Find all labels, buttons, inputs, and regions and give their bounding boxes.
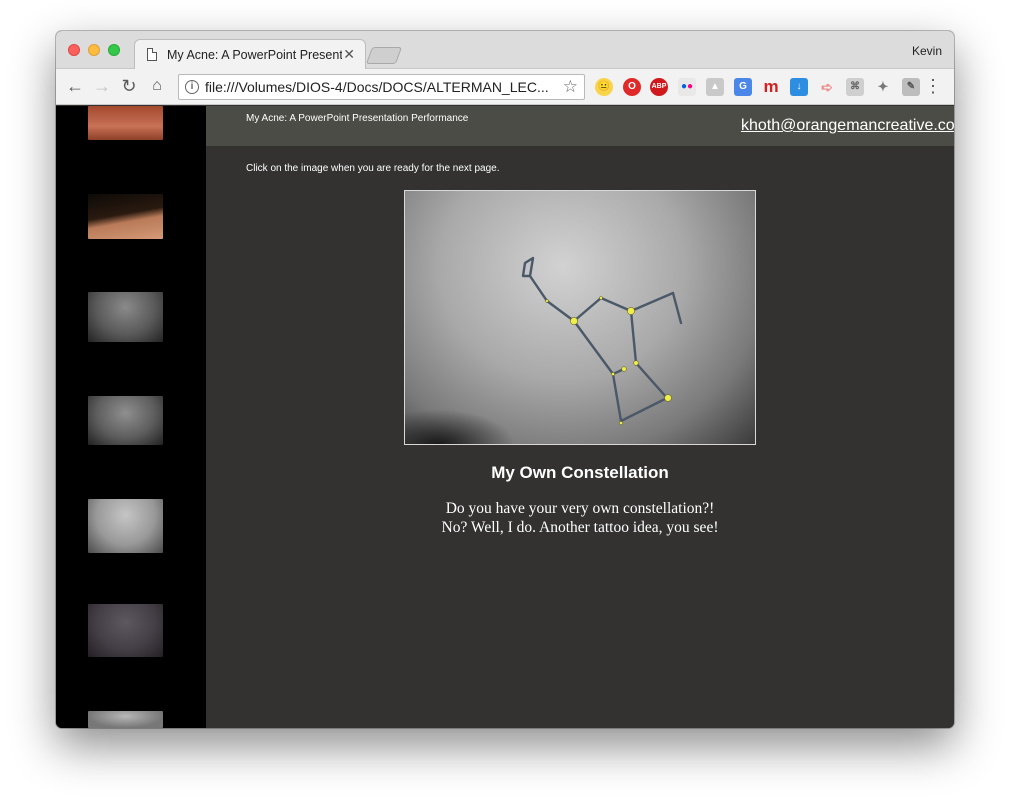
thumbnail-7[interactable] bbox=[88, 711, 163, 728]
emoji-icon[interactable]: 😐 bbox=[595, 78, 613, 96]
bookmark-star-icon[interactable]: ☆ bbox=[563, 77, 578, 97]
forward-button[interactable]: → bbox=[91, 75, 113, 97]
email-link[interactable]: khoth@orangemancreative.com bbox=[741, 117, 954, 135]
tab-close-icon[interactable]: ✕ bbox=[343, 46, 355, 63]
thumbnail-4[interactable] bbox=[88, 396, 163, 445]
back-button[interactable]: ← bbox=[64, 75, 86, 97]
tools-icon[interactable]: ✎ bbox=[902, 78, 920, 96]
star-3 bbox=[664, 394, 672, 402]
url-text[interactable]: file:///Volumes/DIOS-4/Docs/DOCS/ALTERMA… bbox=[205, 79, 555, 95]
profile-name[interactable]: Kevin bbox=[912, 44, 942, 58]
minimize-window-button[interactable] bbox=[88, 44, 100, 56]
instruction-text: Click on the image when you are ready fo… bbox=[246, 163, 500, 174]
menu-icon[interactable]: ⋮ bbox=[924, 75, 942, 97]
tab-active[interactable]: My Acne: A PowerPoint Presentation Perfo… bbox=[134, 39, 366, 69]
constellation-drawing bbox=[521, 256, 683, 425]
star-7 bbox=[619, 421, 623, 425]
tab-title: My Acne: A PowerPoint Presentation Perfo… bbox=[167, 48, 342, 62]
opera-icon[interactable]: O bbox=[623, 78, 641, 96]
star-8 bbox=[599, 296, 603, 300]
star-5 bbox=[621, 366, 627, 372]
address-bar[interactable]: i file:///Volumes/DIOS-4/Docs/DOCS/ALTER… bbox=[178, 74, 585, 100]
thumbnail-6[interactable] bbox=[88, 604, 163, 657]
browser-window: My Acne: A PowerPoint Presentation Perfo… bbox=[56, 31, 954, 728]
info-icon[interactable]: i bbox=[185, 80, 199, 94]
page-header: My Acne: A PowerPoint Presentation Perfo… bbox=[206, 106, 954, 146]
browser-toolbar: ← → ↻ ⌂ i file:///Volumes/DIOS-4/Docs/DO… bbox=[56, 69, 954, 105]
slide-body: Do you have your very own constellation?… bbox=[356, 499, 804, 537]
flickr-icon[interactable]: ●● bbox=[678, 78, 696, 96]
title-bar: My Acne: A PowerPoint Presentation Perfo… bbox=[56, 31, 954, 69]
reader-icon[interactable]: ⌘ bbox=[846, 78, 864, 96]
close-window-button[interactable] bbox=[68, 44, 80, 56]
web-page: My Acne: A PowerPoint Presentation Perfo… bbox=[56, 106, 954, 728]
reload-button[interactable]: ↻ bbox=[118, 75, 140, 97]
thumbnail-sidebar bbox=[56, 106, 206, 728]
download-icon[interactable]: ↓ bbox=[790, 78, 808, 96]
document-icon bbox=[147, 48, 157, 61]
m-icon[interactable]: m bbox=[762, 78, 780, 96]
thumbnail-2[interactable] bbox=[88, 194, 163, 239]
star-4 bbox=[633, 360, 639, 366]
slide-body-line-2: No? Well, I do. Another tattoo idea, you… bbox=[441, 519, 719, 536]
constellation-image[interactable] bbox=[404, 190, 756, 445]
arrow-icon[interactable]: ➪ bbox=[818, 78, 836, 96]
adblock-plus-icon[interactable]: ABP bbox=[650, 78, 668, 96]
thumbnail-3[interactable] bbox=[88, 292, 163, 342]
new-tab-button[interactable] bbox=[365, 47, 403, 64]
slide-heading: My Own Constellation bbox=[491, 463, 669, 482]
maximize-window-button[interactable] bbox=[108, 44, 120, 56]
thumbnail-1[interactable] bbox=[88, 106, 163, 140]
home-button[interactable]: ⌂ bbox=[146, 75, 168, 97]
drive-icon[interactable]: ▲ bbox=[706, 78, 724, 96]
star-6 bbox=[611, 372, 615, 376]
star-9 bbox=[545, 299, 549, 303]
slide-body-line-1: Do you have your very own constellation?… bbox=[445, 500, 715, 517]
google-translate-icon[interactable]: G bbox=[734, 78, 752, 96]
star-2 bbox=[627, 307, 635, 315]
thumbnail-5[interactable] bbox=[88, 499, 163, 553]
satellite-icon[interactable]: ✦ bbox=[874, 78, 892, 96]
star-1 bbox=[570, 317, 578, 325]
page-title: My Acne: A PowerPoint Presentation Perfo… bbox=[246, 113, 469, 124]
